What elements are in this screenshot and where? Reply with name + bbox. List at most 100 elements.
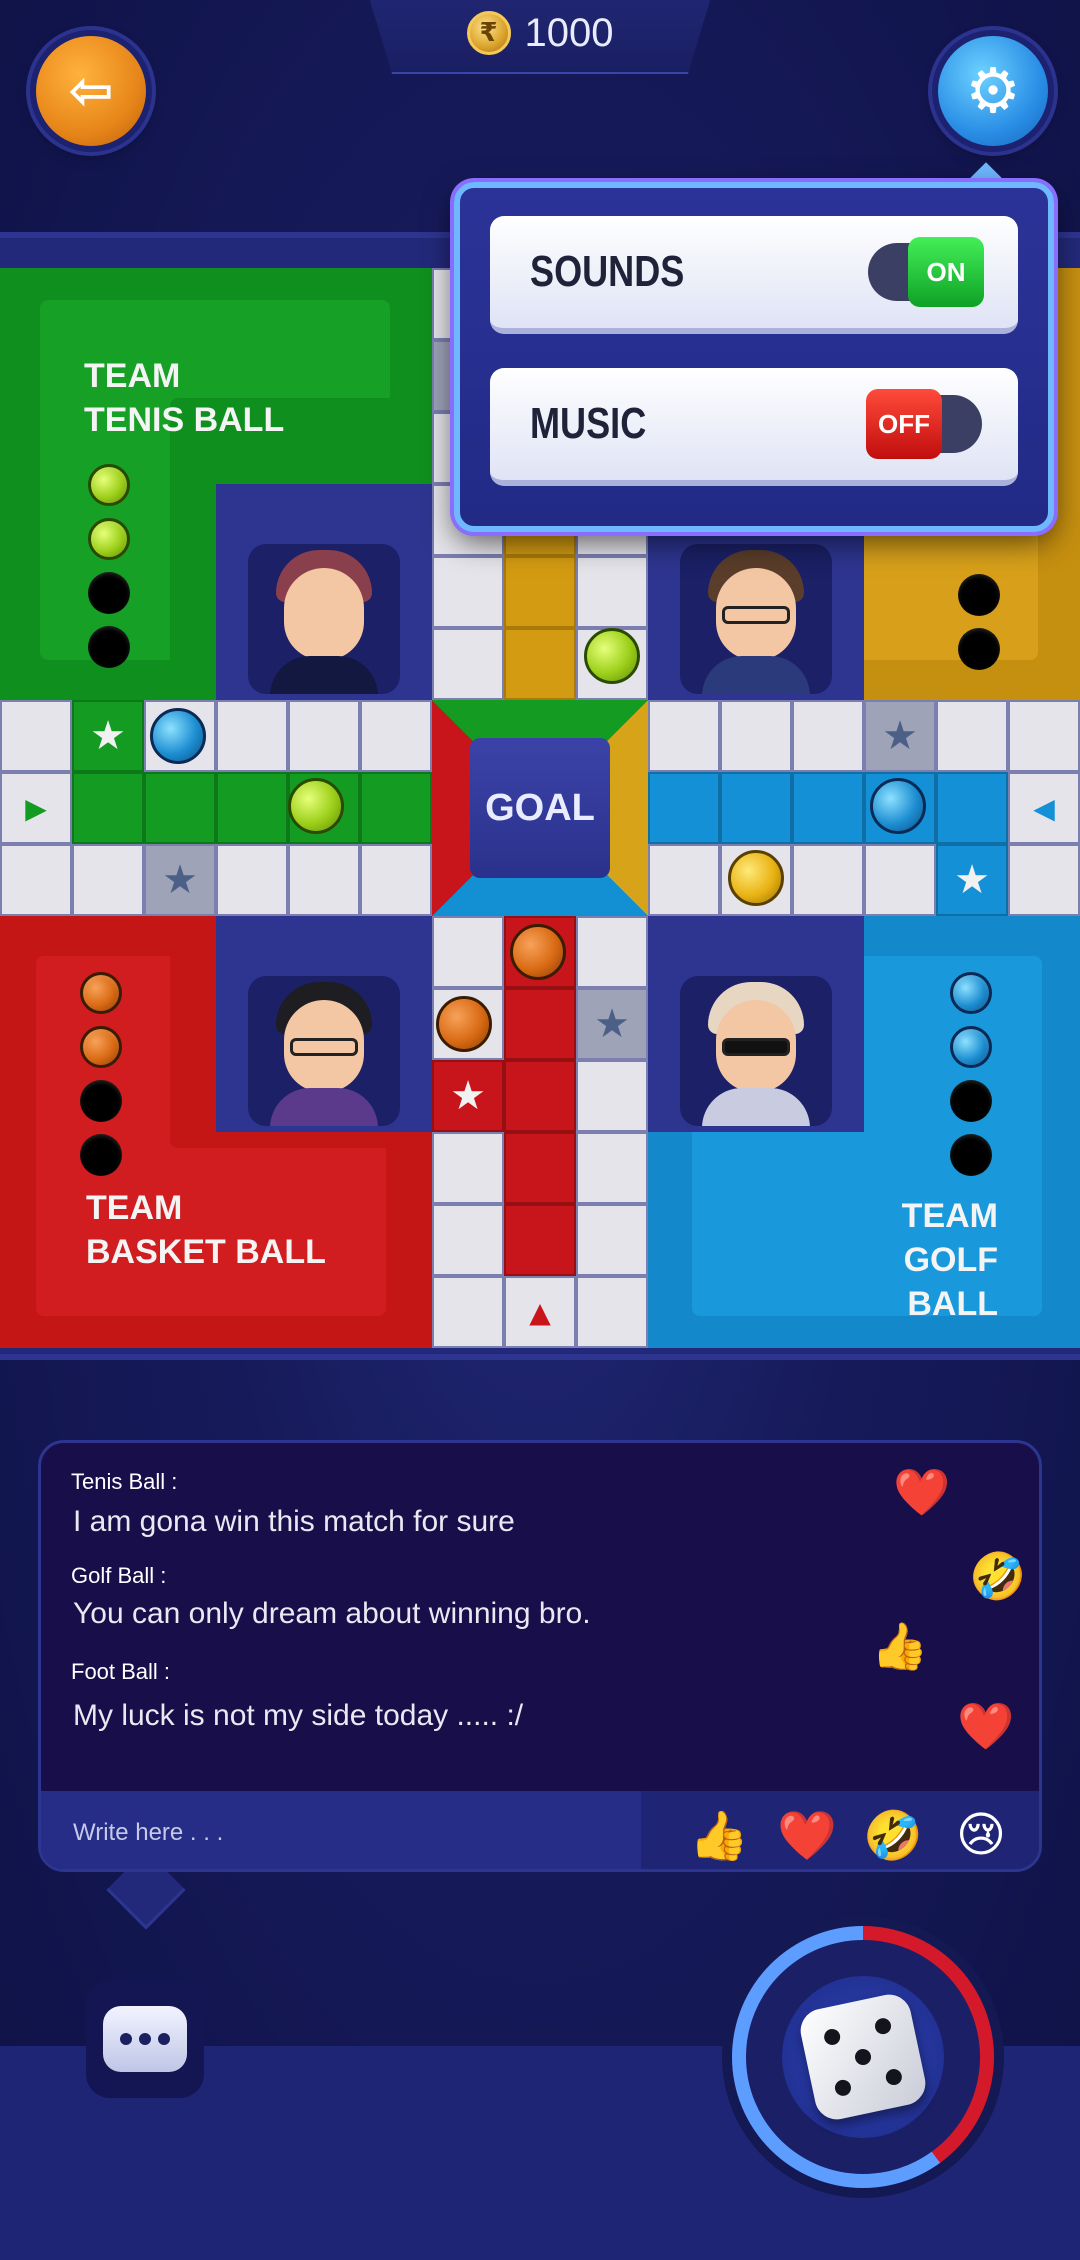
red-lane-cell xyxy=(504,1060,576,1132)
blue-lane-cell xyxy=(936,772,1008,844)
music-toggle[interactable]: OFF xyxy=(866,389,982,459)
golf-ball-token[interactable] xyxy=(870,778,926,834)
team-label-basketball: TEAM BASKET BALL xyxy=(86,1189,326,1271)
music-toggle-state: OFF xyxy=(866,389,942,459)
board-cell xyxy=(576,556,648,628)
board-cell xyxy=(72,844,144,916)
player-avatar-golf xyxy=(648,916,864,1132)
board-cell xyxy=(216,844,288,916)
player-avatar-tennis xyxy=(216,484,432,700)
board-cell xyxy=(576,1204,648,1276)
blue-lane-cell xyxy=(648,772,720,844)
sounds-toggle-state: ON xyxy=(908,237,984,307)
token-home-red xyxy=(80,972,122,1176)
back-button[interactable]: ⇦ xyxy=(36,36,146,146)
dice-icon xyxy=(796,1990,930,2124)
foot-ball-token[interactable] xyxy=(728,850,784,906)
message-text: I am gona win this match for sure xyxy=(73,1505,515,1538)
empty-token-slot xyxy=(958,628,1000,670)
basketball-token[interactable] xyxy=(510,924,566,980)
avatar xyxy=(248,544,400,694)
home-red: TEAM BASKET BALL xyxy=(0,916,432,1348)
board-cell xyxy=(576,916,648,988)
thumbs-up-reaction-icon: 👍 xyxy=(871,1619,929,1673)
settings-button[interactable]: ⚙ xyxy=(938,36,1048,146)
empty-token-slot xyxy=(950,1080,992,1122)
green-lane-cell xyxy=(360,772,432,844)
token-home-blue xyxy=(950,972,992,1176)
empty-token-slot xyxy=(958,574,1000,616)
empty-token-slot xyxy=(80,1080,122,1122)
laugh-button[interactable]: 🤣 xyxy=(863,1805,923,1865)
sounds-toggle[interactable]: ON xyxy=(868,237,984,307)
golf-ball-token[interactable] xyxy=(950,1026,992,1068)
board-cell xyxy=(432,556,504,628)
blue-entry-arrow-icon: ◀ xyxy=(1008,772,1080,844)
cry-button[interactable]: 😢 xyxy=(951,1805,1011,1865)
chat-input[interactable] xyxy=(41,1791,641,1869)
laughing-reaction-icon: 🤣 xyxy=(969,1549,1027,1603)
safe-star-icon: ★ xyxy=(72,700,144,772)
golf-ball-token[interactable] xyxy=(950,972,992,1014)
tennis-ball-token[interactable] xyxy=(88,518,130,560)
chat-toggle-button[interactable] xyxy=(86,1980,204,2098)
coin-balance-panel: ₹ 1000 xyxy=(368,0,712,74)
basketball-token[interactable] xyxy=(80,1026,122,1068)
board-cell xyxy=(0,844,72,916)
sunglasses-icon xyxy=(722,1038,790,1056)
board-cell xyxy=(288,844,360,916)
board-cell xyxy=(216,700,288,772)
chat-bubble-icon xyxy=(103,2006,187,2072)
turn-timer-ring xyxy=(746,1940,980,2174)
board-cell xyxy=(864,844,936,916)
basketball-token[interactable] xyxy=(436,996,492,1052)
red-lane-cell xyxy=(504,1204,576,1276)
home-blue: TEAM GOLF BALL xyxy=(648,916,1080,1348)
blue-lane-cell xyxy=(792,772,864,844)
blue-lane-cell xyxy=(720,772,792,844)
tennis-ball-token[interactable] xyxy=(584,628,640,684)
board-cell xyxy=(576,1132,648,1204)
message-sender: Tenis Ball : xyxy=(71,1469,178,1494)
message-text: You can only dream about winning bro. xyxy=(73,1597,591,1630)
board-cell xyxy=(360,844,432,916)
coin-balance: 1000 xyxy=(524,10,614,55)
board-cell xyxy=(648,844,720,916)
basketball-token[interactable] xyxy=(80,972,122,1014)
board-cell xyxy=(288,700,360,772)
red-lane-cell xyxy=(504,1132,576,1204)
safe-star-icon: ★ xyxy=(144,844,216,916)
green-entry-arrow-icon: ▶ xyxy=(0,772,72,844)
safe-star-icon: ★ xyxy=(864,700,936,772)
green-lane-cell xyxy=(72,772,144,844)
heart-button[interactable]: ❤️ xyxy=(777,1805,837,1865)
dice-holder xyxy=(782,1976,944,2138)
board-cell xyxy=(792,700,864,772)
board-cell xyxy=(432,916,504,988)
board-cell xyxy=(432,628,504,700)
gear-icon: ⚙ xyxy=(965,54,1021,127)
yellow-lane-cell xyxy=(504,556,576,628)
dice-roll-button[interactable] xyxy=(732,1926,994,2188)
tennis-ball-token[interactable] xyxy=(288,778,344,834)
player-avatar-basketball xyxy=(216,916,432,1132)
empty-token-slot xyxy=(950,1134,992,1176)
message-sender: Golf Ball : xyxy=(71,1563,167,1588)
music-setting-row: MUSIC OFF xyxy=(490,368,1018,486)
board-cell xyxy=(936,700,1008,772)
exit-arrow-icon: ⇦ xyxy=(68,59,114,122)
settings-popup: SOUNDS ON MUSIC OFF xyxy=(454,182,1054,532)
goal-label: GOAL xyxy=(470,738,610,878)
board-cell xyxy=(1008,844,1080,916)
token-home-green xyxy=(88,464,130,668)
board-cell xyxy=(576,1276,648,1348)
glasses-icon xyxy=(290,1038,358,1056)
glasses-icon xyxy=(722,606,790,624)
thumbs-up-button[interactable]: 👍 xyxy=(689,1805,749,1865)
golf-ball-token[interactable] xyxy=(150,708,206,764)
board-cell xyxy=(432,1204,504,1276)
empty-token-slot xyxy=(88,626,130,668)
tennis-ball-token[interactable] xyxy=(88,464,130,506)
empty-token-slot xyxy=(80,1134,122,1176)
board-cell xyxy=(720,700,792,772)
